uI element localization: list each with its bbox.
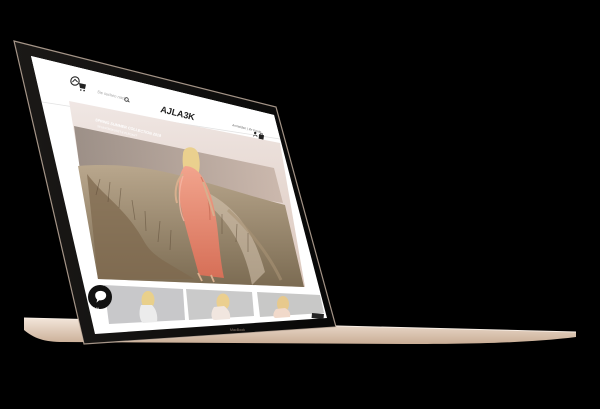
product-showcase: Sie suchen nach... AJLA3K Anmelden | Ihr… xyxy=(0,0,600,409)
product-tile[interactable] xyxy=(104,285,185,324)
product-tile[interactable] xyxy=(186,289,254,320)
laptop-scene: Sie suchen nach... AJLA3K Anmelden | Ihr… xyxy=(13,40,577,345)
product-tile[interactable] xyxy=(257,292,324,320)
chat-badge: Live xyxy=(95,307,100,310)
laptop-brand: MacBook xyxy=(230,328,245,332)
